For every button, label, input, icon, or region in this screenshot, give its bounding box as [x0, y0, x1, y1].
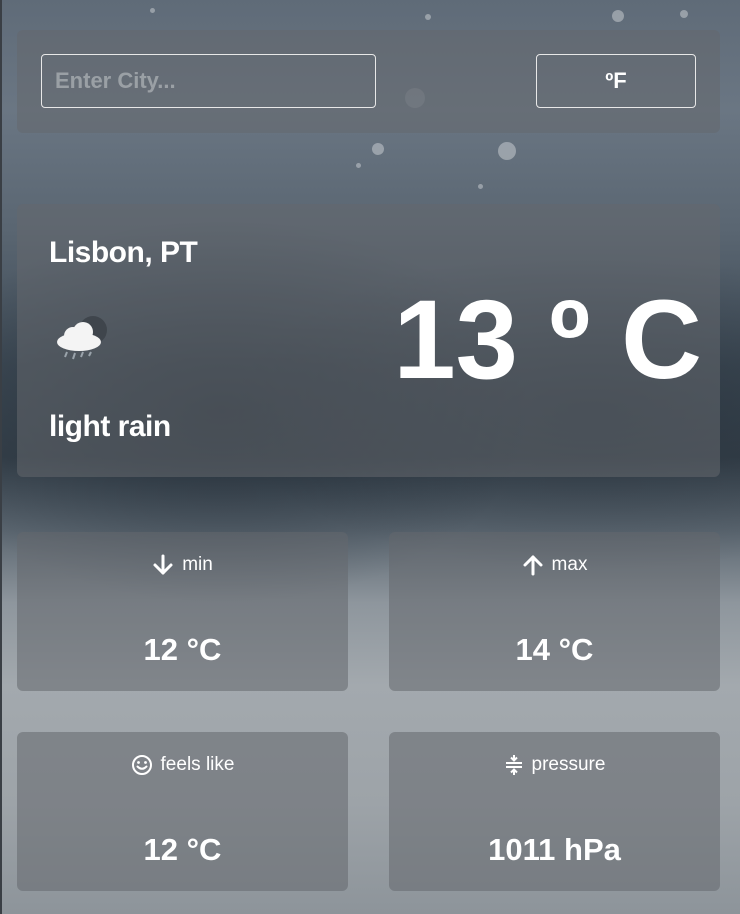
feels-like-header: feels like [17, 754, 348, 776]
feels-like-label: feels like [160, 754, 235, 775]
feels-like-value: 12 °C [143, 832, 222, 867]
feels-like-card: feels like 12 °C [17, 732, 348, 891]
city-name: Lisbon, PT [49, 236, 198, 269]
max-temp-header: max [389, 554, 720, 576]
pressure-header: pressure [389, 754, 720, 776]
pressure-value: 1011 hPa [488, 832, 621, 867]
weather-description: light rain [49, 410, 171, 443]
max-temp-value: 14 °C [515, 632, 594, 667]
city-search-input[interactable] [41, 54, 376, 108]
max-temp-card: max 14 °C [389, 532, 720, 691]
arrow-down-icon [152, 554, 174, 576]
unit-toggle-button[interactable]: ºF [536, 54, 696, 108]
cloud-rain-moon-icon [51, 308, 111, 368]
pressure-card: pressure 1011 hPa [389, 732, 720, 891]
current-weather-card: Lisbon, PT light rain 13 º C [17, 204, 720, 477]
min-temp-label: min [182, 554, 213, 575]
min-temp-value: 12 °C [143, 632, 222, 667]
arrow-up-icon [522, 554, 544, 576]
window-edge [0, 0, 2, 914]
current-temperature: 13 º C [393, 277, 702, 402]
min-temp-header: min [17, 554, 348, 576]
pressure-label: pressure [531, 754, 606, 775]
min-temp-card: min 12 °C [17, 532, 348, 691]
smiley-icon [131, 754, 153, 776]
max-temp-label: max [551, 554, 588, 575]
divide-icon [504, 754, 524, 776]
search-bar: ºF [17, 30, 720, 133]
